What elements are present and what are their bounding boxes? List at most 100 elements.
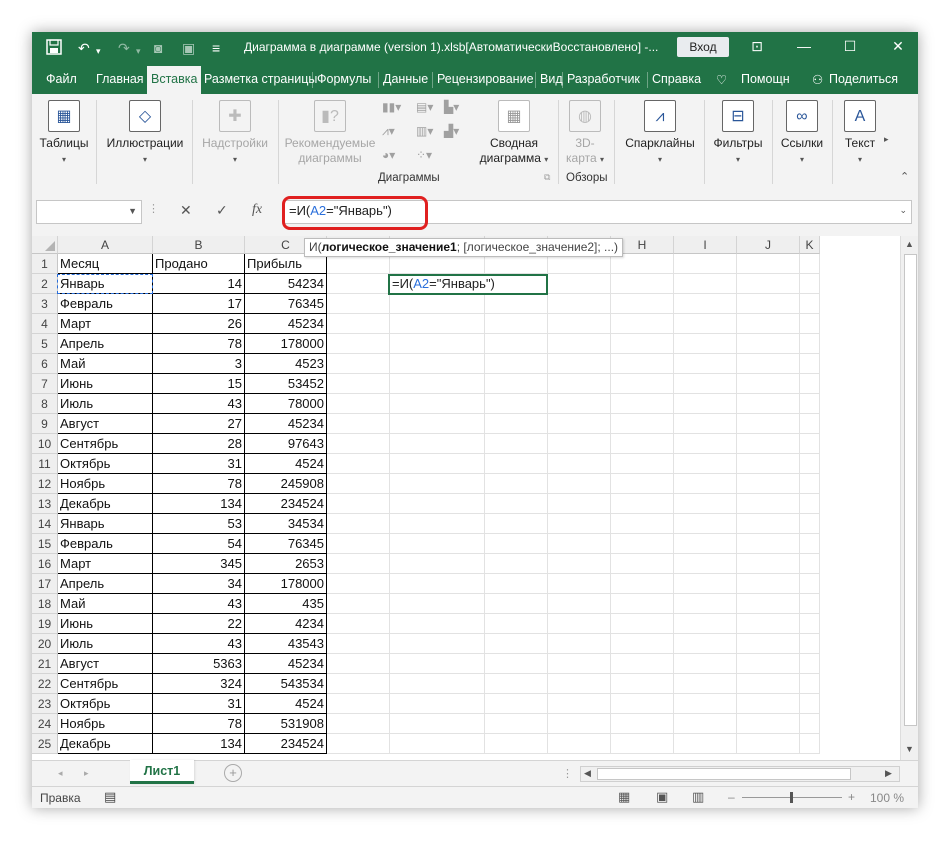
empty-cell[interactable] xyxy=(548,314,611,334)
table-header-cell[interactable]: Прибыль xyxy=(245,254,327,274)
empty-cell[interactable] xyxy=(611,654,674,674)
empty-cell[interactable] xyxy=(611,534,674,554)
empty-cell[interactable] xyxy=(611,294,674,314)
lightbulb-icon[interactable]: ♡ xyxy=(716,72,727,87)
empty-cell[interactable] xyxy=(485,314,548,334)
empty-cell[interactable] xyxy=(390,594,485,614)
drag-handle-icon[interactable]: ⋮ xyxy=(562,767,573,780)
empty-cell[interactable] xyxy=(800,454,820,474)
table-cell[interactable]: 76345 xyxy=(245,294,327,314)
empty-cell[interactable] xyxy=(674,554,737,574)
empty-cell[interactable] xyxy=(390,514,485,534)
empty-cell[interactable] xyxy=(611,414,674,434)
row-header[interactable]: 2 xyxy=(32,274,58,294)
empty-cell[interactable] xyxy=(611,254,674,274)
table-cell[interactable]: Апрель xyxy=(58,334,153,354)
empty-cell[interactable] xyxy=(611,434,674,454)
empty-cell[interactable] xyxy=(390,314,485,334)
table-cell[interactable]: 43 xyxy=(153,634,245,654)
empty-cell[interactable] xyxy=(611,674,674,694)
add-sheet-icon[interactable]: + xyxy=(224,764,242,782)
row-header[interactable]: 14 xyxy=(32,514,58,534)
empty-cell[interactable] xyxy=(390,454,485,474)
tab-developer[interactable]: Разработчик xyxy=(567,72,640,86)
empty-cell[interactable] xyxy=(737,534,800,554)
empty-cell[interactable] xyxy=(485,674,548,694)
empty-cell[interactable] xyxy=(548,514,611,534)
prev-sheet-icon[interactable]: ◂ xyxy=(58,768,63,779)
empty-cell[interactable] xyxy=(327,254,390,274)
empty-cell[interactable] xyxy=(327,414,390,434)
tab-tell-me[interactable]: Помощн xyxy=(741,72,790,86)
empty-cell[interactable] xyxy=(390,394,485,414)
tab-formulas[interactable]: Формулы xyxy=(317,72,371,86)
column-header[interactable]: B xyxy=(153,236,245,254)
row-header[interactable]: 3 xyxy=(32,294,58,314)
empty-cell[interactable] xyxy=(485,294,548,314)
empty-cell[interactable] xyxy=(485,534,548,554)
cancel-icon[interactable]: ✕ xyxy=(180,202,192,219)
empty-cell[interactable] xyxy=(485,694,548,714)
waterfall-chart-icon[interactable]: ▙▾ xyxy=(444,100,459,114)
empty-cell[interactable] xyxy=(800,574,820,594)
empty-cell[interactable] xyxy=(737,414,800,434)
screenshot-icon[interactable]: ▣ xyxy=(182,39,195,57)
scatter-chart-icon[interactable]: ⁘▾ xyxy=(416,148,432,162)
row-header[interactable]: 22 xyxy=(32,674,58,694)
empty-cell[interactable] xyxy=(674,654,737,674)
zoom-out-icon[interactable]: – xyxy=(728,790,735,804)
empty-cell[interactable] xyxy=(548,394,611,414)
row-header[interactable]: 24 xyxy=(32,714,58,734)
empty-cell[interactable] xyxy=(390,434,485,454)
empty-cell[interactable] xyxy=(485,514,548,534)
table-cell[interactable]: 22 xyxy=(153,614,245,634)
empty-cell[interactable] xyxy=(548,434,611,454)
empty-cell[interactable] xyxy=(800,534,820,554)
table-cell[interactable]: Октябрь xyxy=(58,454,153,474)
undo-dropdown-icon[interactable]: ▾ xyxy=(96,42,101,60)
horizontal-scroll-thumb[interactable] xyxy=(597,768,851,780)
empty-cell[interactable] xyxy=(485,594,548,614)
empty-cell[interactable] xyxy=(611,514,674,534)
empty-cell[interactable] xyxy=(737,474,800,494)
empty-cell[interactable] xyxy=(327,614,390,634)
horizontal-scrollbar[interactable]: ◀ ▶ xyxy=(580,766,900,782)
empty-cell[interactable] xyxy=(548,474,611,494)
table-cell[interactable]: 31 xyxy=(153,694,245,714)
empty-cell[interactable] xyxy=(548,274,611,294)
empty-cell[interactable] xyxy=(674,274,737,294)
empty-cell[interactable] xyxy=(485,574,548,594)
table-cell[interactable]: 178000 xyxy=(245,574,327,594)
empty-cell[interactable] xyxy=(327,494,390,514)
table-cell[interactable]: 45234 xyxy=(245,314,327,334)
line-chart-icon[interactable]: ⩘▾ xyxy=(382,124,395,139)
empty-cell[interactable] xyxy=(800,674,820,694)
empty-cell[interactable] xyxy=(800,554,820,574)
empty-cell[interactable] xyxy=(548,614,611,634)
empty-cell[interactable] xyxy=(390,474,485,494)
empty-cell[interactable] xyxy=(327,474,390,494)
empty-cell[interactable] xyxy=(800,474,820,494)
enter-icon[interactable]: ✓ xyxy=(216,202,228,219)
empty-cell[interactable] xyxy=(800,314,820,334)
empty-cell[interactable] xyxy=(674,314,737,334)
empty-cell[interactable] xyxy=(390,574,485,594)
table-header-cell[interactable]: Месяц xyxy=(58,254,153,274)
row-header[interactable]: 25 xyxy=(32,734,58,754)
filters-button[interactable]: ⊟ Фильтры ▾ xyxy=(708,100,768,167)
empty-cell[interactable] xyxy=(800,354,820,374)
empty-cell[interactable] xyxy=(548,574,611,594)
empty-cell[interactable] xyxy=(674,594,737,614)
empty-cell[interactable] xyxy=(327,714,390,734)
empty-cell[interactable] xyxy=(390,614,485,634)
empty-cell[interactable] xyxy=(737,314,800,334)
empty-cell[interactable] xyxy=(800,734,820,754)
table-cell[interactable]: 234524 xyxy=(245,494,327,514)
empty-cell[interactable] xyxy=(485,494,548,514)
empty-cell[interactable] xyxy=(674,254,737,274)
empty-cell[interactable] xyxy=(485,554,548,574)
empty-cell[interactable] xyxy=(548,714,611,734)
row-header[interactable]: 23 xyxy=(32,694,58,714)
empty-cell[interactable] xyxy=(737,614,800,634)
table-cell[interactable]: Май xyxy=(58,594,153,614)
